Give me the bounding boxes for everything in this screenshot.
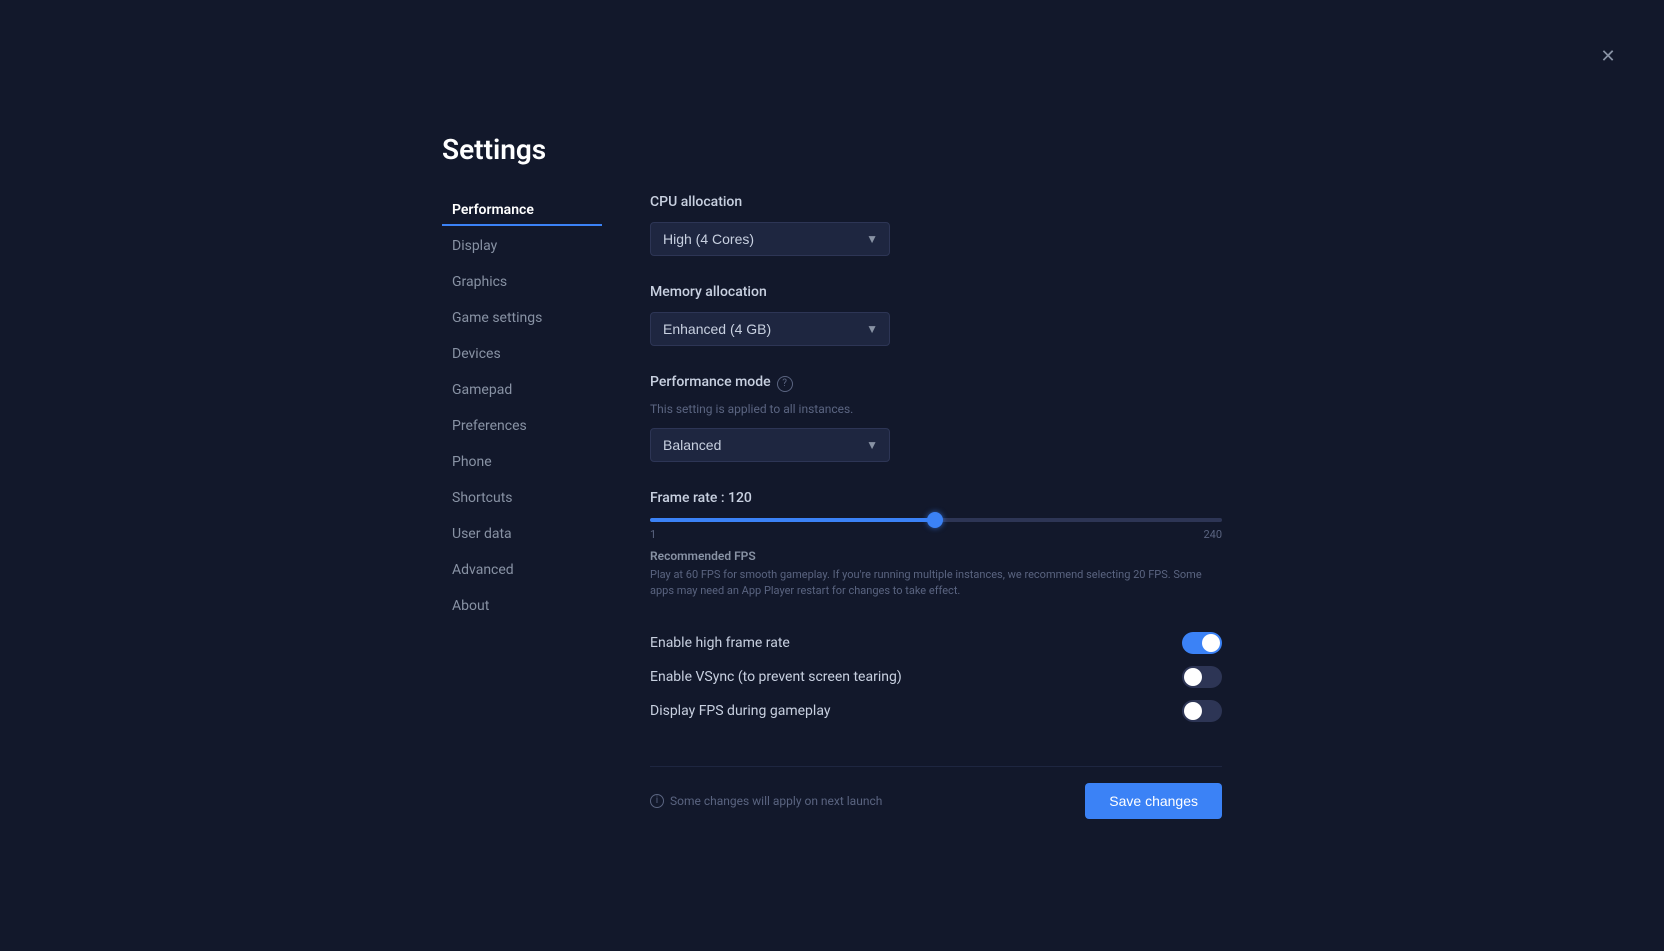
performance-mode-label: Performance mode: [650, 374, 771, 390]
toggle-row-display-fps: Display FPS during gameplay: [650, 700, 1222, 722]
settings-content: CPU allocation High (4 Cores)Medium (2 C…: [650, 194, 1222, 819]
memory-section: Memory allocation Enhanced (4 GB)Standar…: [650, 284, 1222, 346]
toggle-display-fps[interactable]: [1182, 700, 1222, 722]
footer: i Some changes will apply on next launch…: [650, 766, 1222, 819]
cpu-label: CPU allocation: [650, 194, 1222, 210]
toggle-row-vsync: Enable VSync (to prevent screen tearing): [650, 666, 1222, 688]
fps-info-text: Play at 60 FPS for smooth gameplay. If y…: [650, 567, 1222, 600]
toggle-high-frame-rate[interactable]: [1182, 632, 1222, 654]
memory-dropdown-wrapper: Enhanced (4 GB)Standard (2 GB)Low (1 GB)…: [650, 312, 890, 346]
performance-mode-help-icon[interactable]: ?: [777, 376, 793, 392]
frame-rate-slider-row: 1 240: [650, 518, 1222, 541]
settings-title: Settings: [442, 133, 1222, 166]
sidebar-item-graphics[interactable]: Graphics: [442, 266, 602, 298]
footer-note-text: Some changes will apply on next launch: [670, 794, 882, 808]
toggle-label-vsync: Enable VSync (to prevent screen tearing): [650, 669, 902, 685]
sidebar-item-user-data[interactable]: User data: [442, 518, 602, 550]
memory-label: Memory allocation: [650, 284, 1222, 300]
sidebar-item-preferences[interactable]: Preferences: [442, 410, 602, 442]
fps-info: Recommended FPS Play at 60 FPS for smoot…: [650, 549, 1222, 600]
frame-rate-slider[interactable]: [650, 518, 1222, 522]
cpu-section: CPU allocation High (4 Cores)Medium (2 C…: [650, 194, 1222, 256]
save-button[interactable]: Save changes: [1085, 783, 1222, 819]
slider-labels: 1 240: [650, 528, 1222, 541]
footer-note: i Some changes will apply on next launch: [650, 794, 882, 808]
performance-mode-section: Performance mode ? This setting is appli…: [650, 374, 1222, 462]
performance-mode-label-row: Performance mode ?: [650, 374, 1222, 394]
toggle-knob-display-fps: [1184, 702, 1202, 720]
frame-rate-section: Frame rate : 120 1 240 Recommended FPS P…: [650, 490, 1222, 600]
sidebar-item-about[interactable]: About: [442, 590, 602, 622]
fps-info-title: Recommended FPS: [650, 549, 1222, 563]
toggle-section: Enable high frame rate Enable VSync (to p…: [650, 632, 1222, 722]
sidebar-item-phone[interactable]: Phone: [442, 446, 602, 478]
cpu-dropdown-wrapper: High (4 Cores)Medium (2 Cores)Low (1 Cor…: [650, 222, 890, 256]
sidebar-item-performance[interactable]: Performance: [442, 194, 602, 226]
settings-container: Settings Performance Display Graphics Game …: [442, 133, 1222, 819]
performance-mode-dropdown[interactable]: BalancedHigh PerformancePower Saving: [650, 428, 890, 462]
toggle-label-high-frame-rate: Enable high frame rate: [650, 635, 790, 651]
footer-info-icon: i: [650, 794, 664, 808]
toggle-vsync[interactable]: [1182, 666, 1222, 688]
toggle-label-display-fps: Display FPS during gameplay: [650, 703, 830, 719]
performance-mode-dropdown-wrapper: BalancedHigh PerformancePower Saving ▼: [650, 428, 890, 462]
sidebar-item-display[interactable]: Display: [442, 230, 602, 262]
close-button[interactable]: ✕: [1596, 44, 1620, 68]
frame-rate-label: Frame rate : 120: [650, 490, 1222, 506]
sidebar-item-advanced[interactable]: Advanced: [442, 554, 602, 586]
slider-max-label: 240: [1203, 528, 1222, 541]
sidebar-item-shortcuts[interactable]: Shortcuts: [442, 482, 602, 514]
settings-body: Performance Display Graphics Game settings D…: [442, 194, 1222, 819]
sidebar-item-game-settings[interactable]: Game settings: [442, 302, 602, 334]
sidebar-item-devices[interactable]: Devices: [442, 338, 602, 370]
cpu-dropdown[interactable]: High (4 Cores)Medium (2 Cores)Low (1 Cor…: [650, 222, 890, 256]
performance-mode-sublabel: This setting is applied to all instances…: [650, 402, 1222, 416]
sidebar-item-gamepad[interactable]: Gamepad: [442, 374, 602, 406]
toggle-knob-high-frame-rate: [1202, 634, 1220, 652]
toggle-row-high-frame-rate: Enable high frame rate: [650, 632, 1222, 654]
slider-min-label: 1: [650, 528, 656, 541]
sidebar: Performance Display Graphics Game settings D…: [442, 194, 602, 819]
memory-dropdown[interactable]: Enhanced (4 GB)Standard (2 GB)Low (1 GB): [650, 312, 890, 346]
toggle-knob-vsync: [1184, 668, 1202, 686]
